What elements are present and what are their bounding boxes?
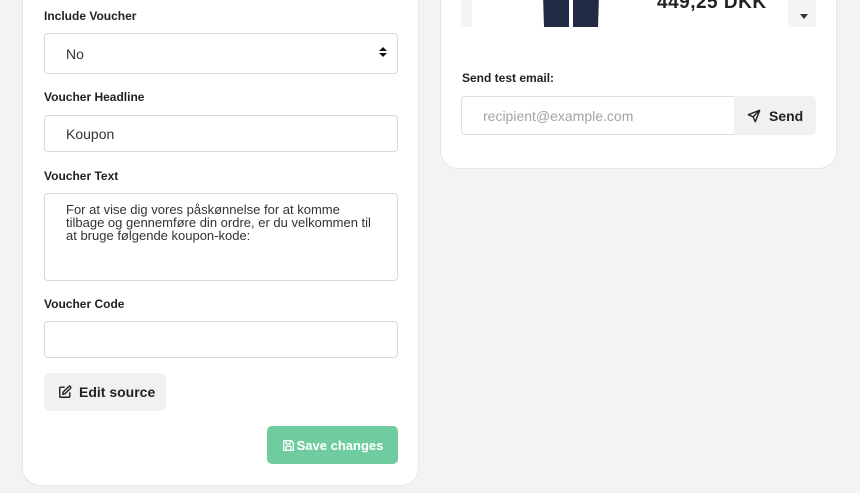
voucher-text-textarea[interactable]: For at vise dig vores påskønnelse for at… [44,193,398,281]
scroll-down-icon[interactable] [800,14,808,19]
recipient-email-input[interactable] [461,96,736,135]
include-voucher-label: Include Voucher [44,9,137,23]
edit-source-label: Edit source [79,384,156,400]
include-voucher-select[interactable]: No [44,33,398,74]
voucher-text-label: Voucher Text [44,169,119,183]
save-icon [282,439,294,451]
voucher-headline-label: Voucher Headline [44,90,145,104]
edit-icon [59,385,72,398]
voucher-code-label: Voucher Code [44,297,125,311]
voucher-code-input[interactable] [44,321,398,358]
save-changes-button[interactable]: Save changes [267,426,398,464]
voucher-headline-value: Koupon [66,126,115,142]
send-label: Send [769,107,804,124]
edit-source-button[interactable]: Edit source [44,373,166,411]
product-price: 449,25 DKK [657,0,767,13]
include-voucher-value: No [66,46,84,62]
voucher-headline-input[interactable]: Koupon [44,115,398,152]
save-changes-label: Save changes [296,437,384,453]
send-test-email-label: Send test email: [462,71,555,85]
send-icon [747,109,761,122]
product-image [543,0,599,27]
select-arrows-icon [379,47,387,59]
send-button[interactable]: Send [734,96,816,135]
